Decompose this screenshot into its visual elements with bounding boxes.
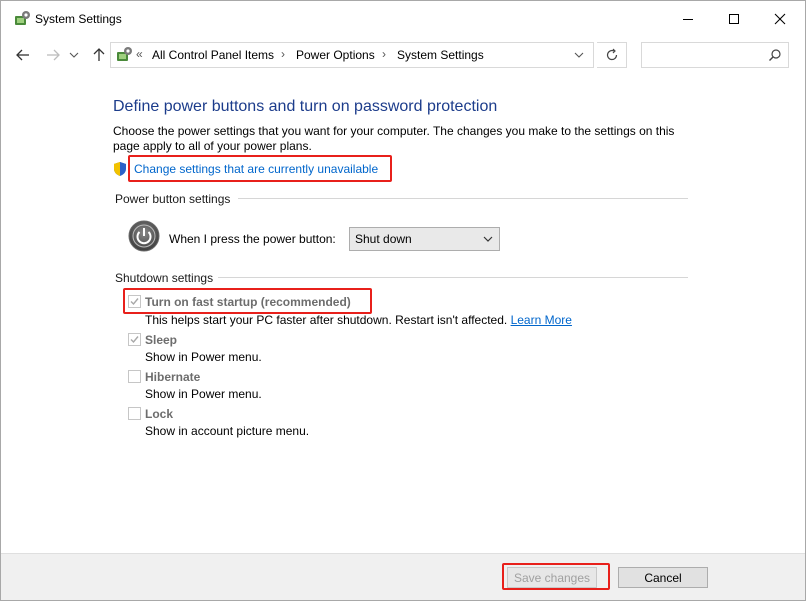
chevron-down-icon [574,52,584,58]
page-heading: Define power buttons and turn on passwor… [113,98,498,115]
power-options-app-icon [13,10,31,28]
recent-locations-button[interactable] [67,47,81,63]
learn-more-link[interactable]: Learn More [511,313,572,327]
lock-label: Lock [145,407,174,421]
arrow-left-icon [16,49,29,61]
breadcrumb-system-settings[interactable]: System Settings [397,48,484,62]
lock-checkbox[interactable] [128,407,141,420]
footer-bar: Save changes Cancel [1,553,805,600]
change-settings-link[interactable]: Change settings that are currently unava… [134,162,378,176]
fast-startup-label: Turn on fast startup (recommended) [145,295,351,309]
fast-startup-checkbox[interactable] [128,295,141,308]
page-description: Choose the power settings that you want … [113,124,675,153]
close-icon [774,13,786,25]
fast-startup-description-text: This helps start your PC faster after sh… [145,313,508,327]
sleep-checkbox[interactable] [128,333,141,346]
chevron-down-icon [482,233,494,245]
minimize-icon [683,19,693,20]
hibernate-checkbox[interactable] [128,370,141,383]
checkmark-icon [130,298,139,306]
address-dropdown-button[interactable] [567,45,591,65]
search-icon [768,48,782,62]
sleep-label: Sleep [145,333,178,347]
chevron-down-icon [69,52,79,58]
shutdown-section-title: Shutdown settings [115,271,214,285]
forward-button[interactable] [43,45,63,65]
power-button-section-title: Power button settings [115,192,231,206]
window-title: System Settings [35,12,122,26]
sleep-description: Show in Power menu. [145,350,262,364]
section-divider [238,198,688,199]
back-button[interactable] [13,45,33,65]
hibernate-description: Show in Power menu. [145,387,262,401]
up-button[interactable] [89,45,109,65]
breadcrumb-all-control-panel-items[interactable]: All Control Panel Items [152,48,274,62]
navigation-bar: « All Control Panel Items › Power Option… [1,37,805,73]
checkmark-icon [130,336,139,344]
maximize-button[interactable] [711,1,757,37]
fast-startup-description: This helps start your PC faster after sh… [145,313,572,327]
power-button-action-value: Shut down [355,232,412,246]
refresh-icon [606,48,617,61]
system-settings-window: System Settings « All Control Panel Item… [0,0,806,601]
power-options-icon [115,46,133,64]
section-divider [218,277,688,278]
title-bar: System Settings [1,1,805,37]
close-button[interactable] [757,1,803,37]
power-button-icon [128,220,160,252]
arrow-right-icon [47,49,60,61]
breadcrumb-power-options[interactable]: Power Options [296,48,375,62]
address-bar[interactable]: « All Control Panel Items › Power Option… [110,42,594,68]
refresh-button[interactable] [597,42,627,68]
power-button-label: When I press the power button: [169,232,336,246]
breadcrumb-separator[interactable]: › [281,47,285,61]
breadcrumb-overflow[interactable]: « [136,47,143,61]
main-content: Define power buttons and turn on passwor… [1,73,805,553]
power-button-action-select[interactable]: Shut down [349,227,500,251]
lock-description: Show in account picture menu. [145,424,310,438]
save-changes-button[interactable]: Save changes [507,567,597,588]
breadcrumb-separator[interactable]: › [382,47,386,61]
minimize-button[interactable] [665,1,711,37]
maximize-icon [729,14,739,24]
cancel-button[interactable]: Cancel [618,567,708,588]
search-box[interactable] [641,42,789,68]
uac-shield-icon [112,161,128,177]
hibernate-label: Hibernate [145,370,201,384]
arrow-up-icon [93,48,105,61]
